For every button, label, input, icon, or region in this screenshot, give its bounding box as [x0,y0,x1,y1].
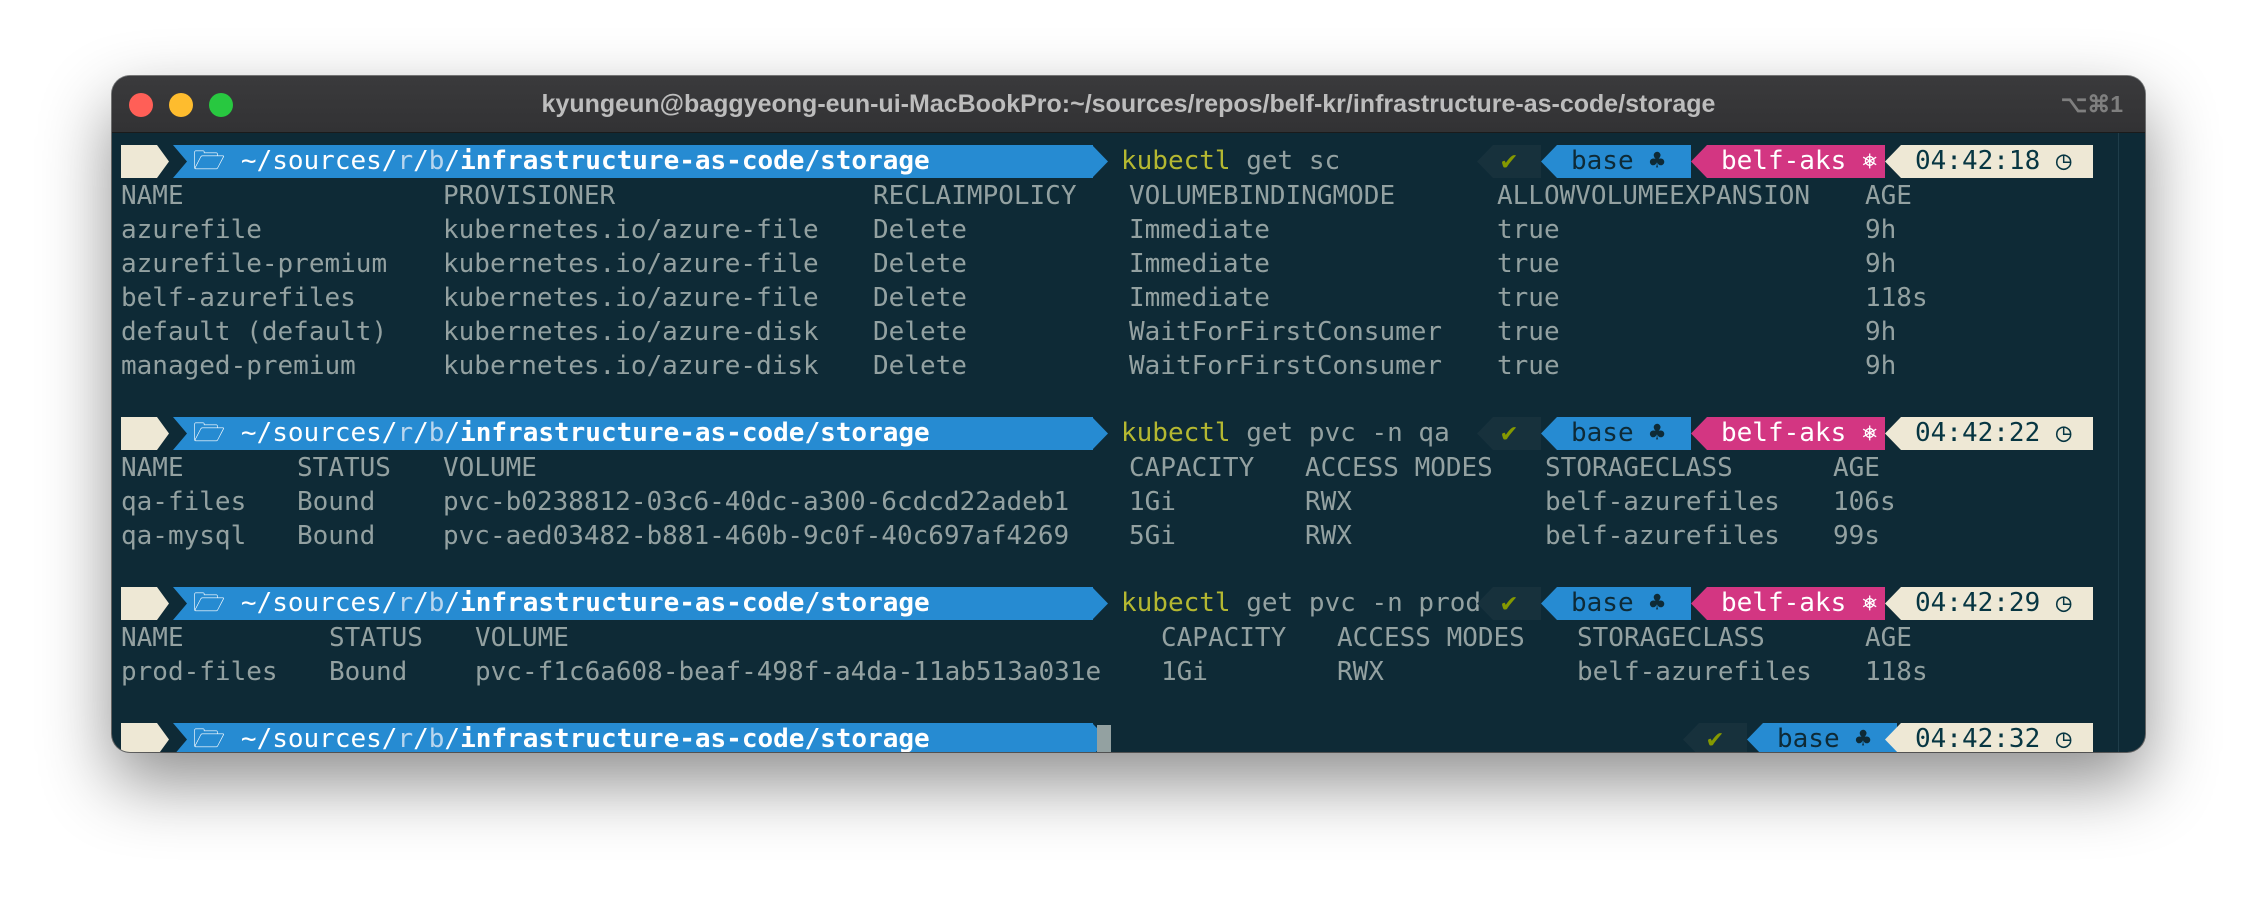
table-row: azurefile kubernetes.io/azure-file Delet… [121,215,1897,245]
command: kubectl get pvc -n prod [1121,588,1482,618]
clock-icon: ◷ [2055,588,2072,618]
window-title: kyungeun@baggyeong-eun-ui-MacBookPro:~/s… [541,90,1716,118]
status-check-icon: ✔ [1477,587,1541,620]
prompt-line: 🗁 ~/sources/r/b/infrastructure-as-code/s… [121,587,2145,621]
table-row: prod-files Bound pvc-f1c6a608-beaf-498f-… [121,657,1928,687]
prompt-line: 🗁 ~/sources/r/b/infrastructure-as-code/s… [121,723,2145,752]
path-segment: 🗁 ~/sources/r/b/infrastructure-as-code/s… [173,145,1093,178]
env-segment: base ♣ [1747,723,1897,752]
text-cursor[interactable] [1097,725,1111,752]
command: kubectl get pvc -n qa [1121,418,1450,448]
python-icon: ♣ [1649,146,1665,176]
apple-icon [121,145,169,178]
cluster-segment: belf-aks ⎈ [1691,145,1885,178]
time-segment: 04:42:18 ◷ [1885,145,2093,178]
path-segment-tip [1092,587,1108,620]
folder-icon: 🗁 [193,418,226,448]
time-segment: 04:42:29 ◷ [1885,587,2093,620]
prompt-line: 🗁 ~/sources/r/b/infrastructure-as-code/s… [121,145,2145,179]
folder-icon: 🗁 [193,724,226,752]
cluster-segment: belf-aks ⎈ [1691,587,1885,620]
path-segment-tip [1092,417,1108,450]
status-check-icon: ✔ [1683,723,1747,752]
status-check-icon: ✔ [1477,417,1541,450]
title-bar: kyungeun@baggyeong-eun-ui-MacBookPro:~/s… [112,76,2145,133]
status-check-icon: ✔ [1477,145,1541,178]
clock-icon: ◷ [2055,418,2072,448]
kubernetes-icon: ⎈ [1861,588,1878,618]
time-segment: 04:42:32 ◷ [1885,723,2093,752]
table-header: NAME STATUS VOLUME CAPACITY ACCESS MODES… [121,623,1912,653]
apple-icon [121,417,169,450]
table-row: azurefile-premium kubernetes.io/azure-fi… [121,249,1897,279]
path-segment: 🗁 ~/sources/r/b/infrastructure-as-code/s… [173,417,1093,450]
path-segment: 🗁 ~/sources/r/b/infrastructure-as-code/s… [173,723,1093,752]
path-segment: 🗁 ~/sources/r/b/infrastructure-as-code/s… [173,587,1093,620]
folder-icon: 🗁 [193,146,226,176]
folder-icon: 🗁 [193,588,226,618]
clock-icon: ◷ [2055,724,2072,752]
apple-icon [121,587,169,620]
time-segment: 04:42:22 ◷ [1885,417,2093,450]
table-row: default (default) kubernetes.io/azure-di… [121,317,1897,347]
env-segment: base ♣ [1541,587,1691,620]
window-shortcut: ⌥⌘1 [2060,91,2123,117]
table-row: managed-premium kubernetes.io/azure-disk… [121,351,1897,381]
env-segment: base ♣ [1541,145,1691,178]
path-segment-tip [1092,145,1108,178]
table-row: qa-files Bound pvc-b0238812-03c6-40dc-a3… [121,487,1896,517]
table-row: qa-mysql Bound pvc-aed03482-b881-460b-9c… [121,521,1880,551]
command: kubectl get sc [1121,146,1341,176]
clock-icon: ◷ [2055,146,2072,176]
terminal-output[interactable]: 🗁 ~/sources/r/b/infrastructure-as-code/s… [112,133,2145,752]
table-header: NAME STATUS VOLUME CAPACITY ACCESS MODES… [121,453,1880,483]
terminal-window: kyungeun@baggyeong-eun-ui-MacBookPro:~/s… [112,76,2145,752]
kubernetes-icon: ⎈ [1861,146,1878,176]
prompt-line: 🗁 ~/sources/r/b/infrastructure-as-code/s… [121,417,2145,451]
apple-icon [121,723,169,752]
table-header: NAME PROVISIONER RECLAIMPOLICY VOLUMEBIN… [121,181,1912,211]
kubernetes-icon: ⎈ [1861,418,1878,448]
python-icon: ♣ [1649,418,1665,448]
env-segment: base ♣ [1541,417,1691,450]
python-icon: ♣ [1649,588,1665,618]
table-row: belf-azurefiles kubernetes.io/azure-file… [121,283,1928,313]
python-icon: ♣ [1855,724,1871,752]
cluster-segment: belf-aks ⎈ [1691,417,1885,450]
